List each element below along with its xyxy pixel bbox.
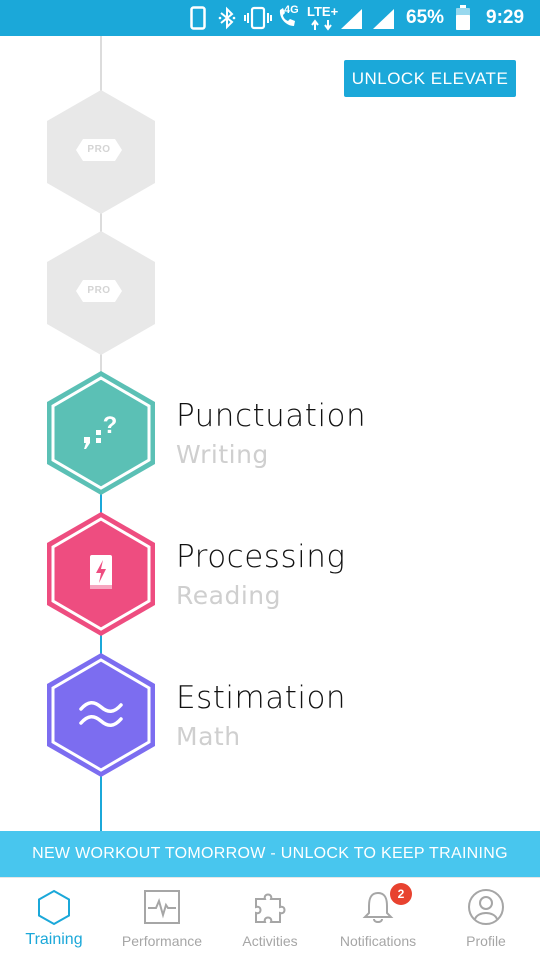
skill-punctuation-hex[interactable]: ? xyxy=(44,369,158,497)
nav-profile-label: Profile xyxy=(466,933,506,949)
skill-title-punctuation[interactable]: Punctuation xyxy=(176,398,366,434)
nav-activities-label: Activities xyxy=(242,933,298,949)
battery-percent: 65% xyxy=(406,7,445,28)
status-bar: 4G LTE+ 65% 9:29 xyxy=(0,0,540,36)
nav-training-label: Training xyxy=(25,931,83,948)
pro-badge-label: PRO xyxy=(87,285,111,296)
nav-performance[interactable]: Performance xyxy=(108,878,216,960)
pro-badge: PRO xyxy=(75,279,123,303)
network-4g-label: 4G xyxy=(284,4,299,16)
nav-profile[interactable]: Profile xyxy=(432,878,540,960)
skill-category-math: Math xyxy=(176,722,241,751)
skill-title-estimation[interactable]: Estimation xyxy=(176,680,346,716)
skill-estimation-hex[interactable] xyxy=(44,651,158,779)
punctuation-icon: ? xyxy=(84,412,118,449)
bottom-nav: Training Performance Activities 2 Notifi… xyxy=(0,877,540,960)
puzzle-icon xyxy=(255,893,286,923)
skill-category-writing: Writing xyxy=(176,440,269,469)
pulse-chart-icon xyxy=(144,890,180,924)
profile-icon xyxy=(468,889,504,925)
network-lte-label: LTE+ xyxy=(307,4,339,19)
notification-count-badge: 2 xyxy=(390,883,412,905)
unlock-banner[interactable]: NEW WORKOUT TOMORROW - UNLOCK TO KEEP TR… xyxy=(0,831,540,877)
lte-arrows-icon xyxy=(311,19,332,31)
skill-title-processing[interactable]: Processing xyxy=(176,539,345,575)
nav-training[interactable]: Training xyxy=(0,878,108,960)
phone-icon xyxy=(190,6,206,30)
unlock-elevate-button[interactable]: UNLOCK ELEVATE xyxy=(344,60,516,97)
training-track: UNLOCK ELEVATE PRO PRO ? Punctuation Wri… xyxy=(0,36,540,876)
nav-performance-label: Performance xyxy=(121,933,203,949)
book-bolt-icon xyxy=(90,555,112,589)
pro-badge: PRO xyxy=(75,138,123,162)
nav-notifications-label: Notifications xyxy=(339,933,417,949)
skill-category-reading: Reading xyxy=(176,581,281,610)
signal-icon xyxy=(341,9,362,29)
approx-icon xyxy=(79,701,123,727)
pro-badge-label: PRO xyxy=(87,144,111,155)
battery-icon xyxy=(456,5,470,30)
skill-processing-hex[interactable] xyxy=(44,510,158,638)
locked-workout-1[interactable]: PRO xyxy=(44,88,158,216)
hexagon-icon xyxy=(38,889,70,926)
nav-activities[interactable]: Activities xyxy=(216,878,324,960)
svg-text:?: ? xyxy=(103,412,118,439)
vibrate-icon xyxy=(244,6,272,30)
clock: 9:29 xyxy=(486,7,525,28)
nav-notifications[interactable]: 2 Notifications xyxy=(324,878,432,960)
bluetooth-icon xyxy=(218,6,236,30)
locked-workout-2[interactable]: PRO xyxy=(44,229,158,357)
signal-icon xyxy=(373,9,394,29)
